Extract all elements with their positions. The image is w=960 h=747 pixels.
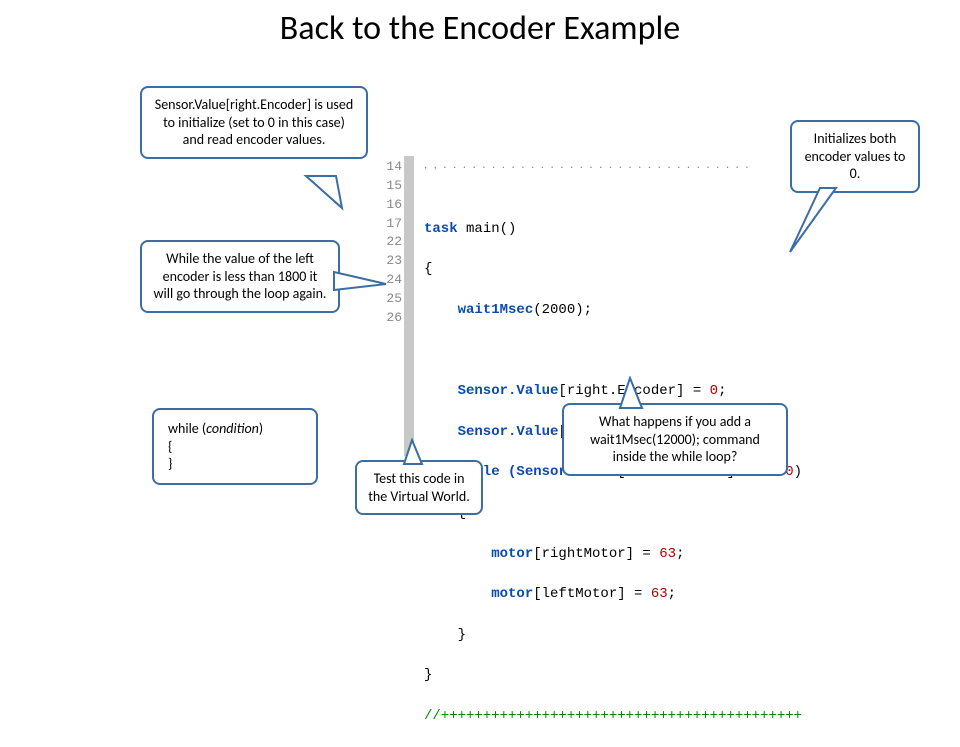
callout-tail-icon	[612, 376, 652, 412]
gutter-line: 26	[378, 309, 402, 328]
page-title: Back to the Encoder Example	[0, 8, 960, 49]
gutter-divider	[404, 156, 414, 456]
callout-initialize-zero: Initializes both encoder values to 0.	[790, 120, 920, 193]
callout-tail-icon	[296, 172, 346, 212]
callout-question-wait: What happens if you add a wait1Msec(1200…	[562, 403, 788, 476]
gutter-line: 22	[378, 233, 402, 252]
callout-tail-icon	[398, 438, 428, 468]
callout-tail-icon	[780, 186, 840, 256]
gutter-line: 16	[378, 196, 402, 215]
gutter-line: 17	[378, 215, 402, 234]
gutter-line: 15	[378, 177, 402, 196]
callout-while-syntax: while (condition) { }	[152, 408, 318, 485]
line-gutter: 14 15 16 17 22 23 24 25 26	[378, 158, 402, 328]
callout-sensor-value-explain: Sensor.Value[right.Encoder] is used to i…	[140, 86, 368, 159]
callout-while-explain: While the value of the left encoder is l…	[140, 240, 340, 313]
callout-test-virtual-world: Test this code in the Virtual World.	[355, 460, 483, 515]
gutter-line: 14	[378, 158, 402, 177]
callout-tail-icon	[330, 266, 390, 296]
